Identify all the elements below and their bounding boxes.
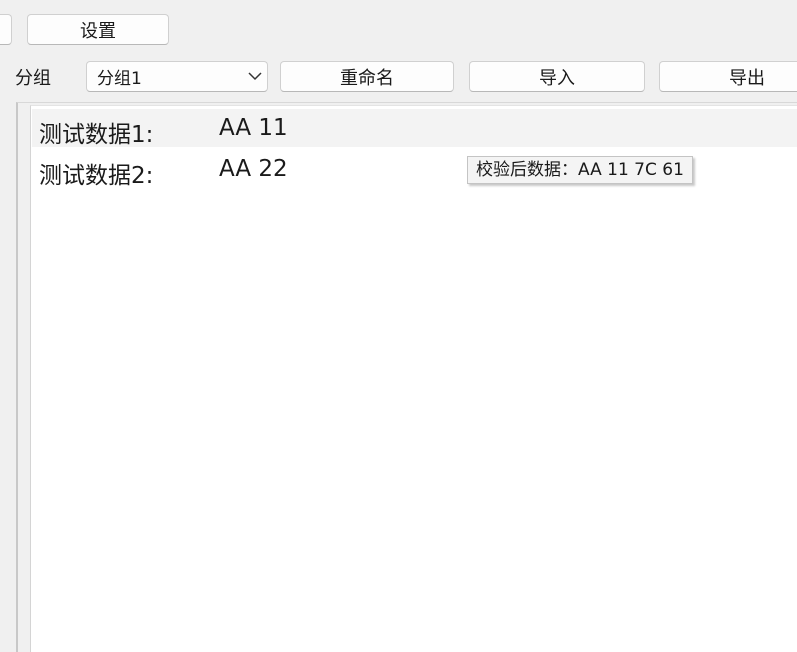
group-label: 分组: [15, 68, 51, 89]
import-button[interactable]: 导入: [469, 61, 645, 92]
settings-button[interactable]: 设置: [27, 14, 169, 45]
export-button[interactable]: 导出: [659, 61, 797, 92]
import-button-label: 导入: [539, 67, 575, 89]
group-select[interactable]: 分组1: [86, 61, 268, 92]
partial-button[interactable]: [0, 14, 12, 45]
checksum-tooltip: 校验后数据：AA 11 7C 61: [467, 156, 693, 184]
rename-button[interactable]: 重命名: [280, 61, 454, 92]
data-row-value: AA 11: [219, 115, 288, 141]
rename-button-label: 重命名: [340, 67, 394, 89]
export-button-label: 导出: [729, 67, 765, 89]
data-row-label: 测试数据2:: [39, 163, 154, 189]
app-window: 设置 分组 分组1 重命名 导入 导出 测试数据1: AA 11 测试数据2: …: [0, 0, 797, 652]
chevron-down-icon: [248, 72, 262, 81]
data-row-label: 测试数据1:: [39, 122, 154, 148]
settings-button-label: 设置: [80, 20, 116, 42]
group-select-value: 分组1: [97, 69, 142, 89]
data-row[interactable]: 测试数据1: AA 11: [32, 109, 797, 148]
data-list: 测试数据1: AA 11 测试数据2: AA 22: [30, 105, 797, 652]
data-row-value: AA 22: [219, 156, 288, 182]
